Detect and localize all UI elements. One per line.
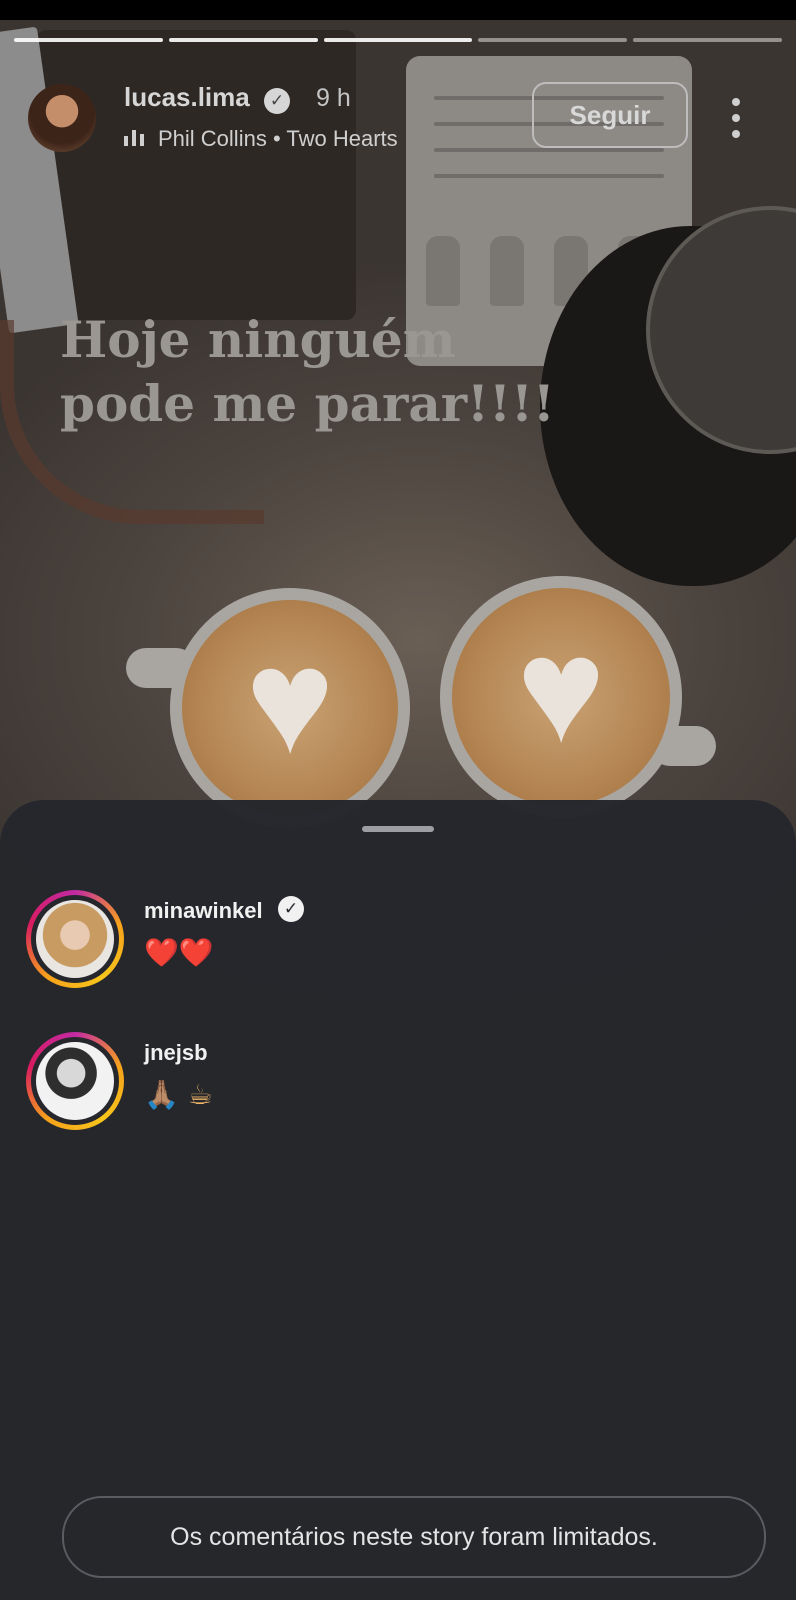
comments-limited-notice: Os comentários neste story foram limitad… [62, 1496, 766, 1578]
progress-segment [168, 38, 318, 42]
comment-username[interactable]: minawinkel [144, 898, 263, 924]
comments-sheet[interactable]: minawinkel ✓ ❤️❤️ jnejsb 🙏🏽 ☕ Os comentá… [0, 800, 796, 1600]
music-attribution[interactable]: Phil Collins • Two Hearts [158, 126, 398, 152]
follow-button[interactable]: Seguir [532, 82, 688, 148]
holder-tooth [490, 236, 524, 306]
progress-segment [323, 38, 473, 42]
verified-badge-icon: ✓ [264, 88, 290, 114]
holder-slat [434, 174, 664, 178]
progress-segment [633, 38, 782, 42]
latte-heart-icon: ♥ [516, 605, 606, 774]
comment-item: minawinkel ✓ ❤️❤️ [26, 890, 766, 990]
sheet-grabber[interactable] [362, 826, 434, 832]
progress-segment [478, 38, 628, 42]
comment-text-value: ❤️❤️ [144, 936, 214, 969]
latte-heart-icon: ♥ [245, 616, 335, 785]
more-vertical-icon[interactable] [732, 98, 742, 138]
comment-text: ❤️❤️ [144, 936, 214, 969]
comment-text: 🙏🏽 ☕ [144, 1078, 213, 1111]
verified-badge-icon: ✓ [278, 896, 304, 922]
coffee-cup: ♥ [440, 576, 682, 818]
story-username[interactable]: lucas.lima [124, 82, 250, 113]
caption-line: Hoje ninguém [60, 310, 456, 369]
avatar[interactable] [36, 900, 114, 978]
music-separator: • [272, 126, 281, 151]
avatar[interactable] [28, 84, 96, 152]
story-header: lucas.lima ✓ 9 h Phil Collins • Two Hear… [0, 60, 796, 160]
story-time: 9 h [316, 84, 351, 112]
music-artist: Phil Collins [158, 126, 267, 151]
story-caption: Hoje ninguém pode me parar!!!! [60, 308, 555, 436]
holder-tooth [426, 236, 460, 306]
avatar[interactable] [36, 1042, 114, 1120]
music-song: Two Hearts [286, 126, 398, 151]
music-bars-icon [124, 130, 146, 146]
story-progress-bar [14, 38, 782, 42]
comment-text-value: 🙏🏽 ☕ [144, 1078, 213, 1111]
caption-line: pode me parar!!!! [60, 374, 555, 433]
coffee-cup: ♥ [170, 588, 410, 828]
comment-item: jnejsb 🙏🏽 ☕ [26, 1032, 766, 1132]
comment-username[interactable]: jnejsb [144, 1040, 208, 1066]
story-ring[interactable] [26, 1032, 124, 1130]
story-ring[interactable] [26, 890, 124, 988]
progress-segment [14, 38, 163, 42]
